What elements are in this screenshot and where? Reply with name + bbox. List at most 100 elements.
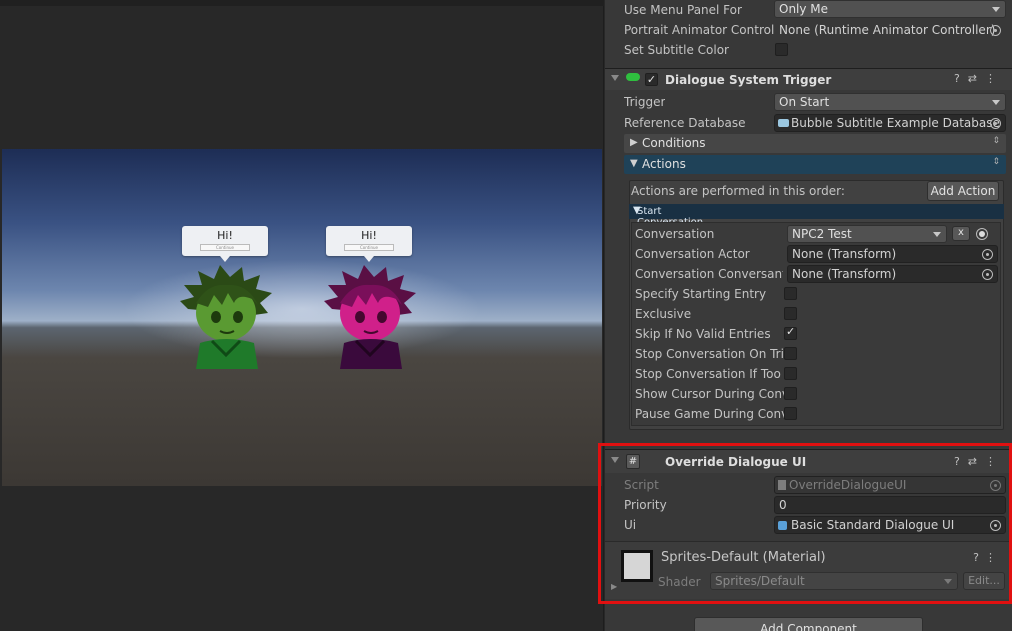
conversation-actor-field[interactable]: None (Transform): [787, 245, 998, 263]
specify-starting-entry-checkbox[interactable]: [784, 287, 797, 300]
exclusive-checkbox[interactable]: [784, 307, 797, 320]
presets-icon: ⇄: [967, 72, 985, 85]
dropdown-value: Only Me: [779, 2, 829, 16]
field-label: Conversation: [635, 227, 715, 241]
pause-game-checkbox[interactable]: [784, 407, 797, 420]
start-conversation-label: ▼ Start Conversation: [633, 205, 703, 228]
priority-row: Priority 0: [605, 495, 1012, 515]
add-action-button[interactable]: Add Action: [927, 181, 999, 201]
more-menu-icon: ⋮: [985, 551, 1002, 564]
set-subtitle-color-checkbox[interactable]: [775, 43, 788, 56]
chevron-down-icon: [992, 7, 1000, 12]
dialogue-system-trigger-header[interactable]: ✓ Dialogue System Trigger ?⇄⋮: [605, 68, 1012, 90]
triangle-down-icon: ▼: [630, 158, 638, 169]
field-label: Exclusive: [635, 307, 692, 321]
object-picker-icon[interactable]: [990, 25, 1001, 36]
chevron-down-icon: [944, 579, 952, 584]
component-title: Override Dialogue UI: [665, 455, 807, 469]
object-picker-icon[interactable]: [990, 520, 1001, 531]
field-label: Priority: [624, 498, 667, 512]
priority-input[interactable]: 0: [774, 496, 1006, 514]
ui-field[interactable]: Basic Standard Dialogue UI: [774, 516, 1006, 534]
object-picker-icon[interactable]: [990, 118, 1001, 129]
foldout-label: Actions: [642, 157, 686, 171]
field-label: Portrait Animator Controlle: [624, 23, 774, 37]
object-picker-icon[interactable]: [982, 269, 993, 280]
shader-dropdown[interactable]: Sprites/Default: [710, 572, 958, 590]
field-label: Ui: [624, 518, 637, 532]
record-icon[interactable]: [976, 228, 988, 240]
add-component-button[interactable]: Add Component: [694, 617, 923, 631]
conversation-actor-row: Conversation Actor None (Transform): [616, 244, 1012, 264]
component-enabled-checkbox[interactable]: ✓: [645, 73, 658, 86]
field-value: None (Transform): [792, 247, 897, 261]
green-character-sprite[interactable]: [178, 263, 274, 369]
start-conversation-foldout[interactable]: ▼ Start Conversation: [629, 204, 1004, 228]
bubble-continue-button[interactable]: Continue: [344, 244, 394, 251]
dropdown-value: NPC2 Test: [792, 227, 852, 241]
stop-conversation-on-trigger-row: Stop Conversation On Trig: [616, 344, 1012, 364]
conversation-conversant-field[interactable]: None (Transform): [787, 265, 998, 283]
conversation-dropdown[interactable]: NPC2 Test: [787, 225, 947, 243]
script-icon: #: [626, 454, 640, 469]
component-title: Dialogue System Trigger: [665, 73, 832, 87]
field-label: Skip If No Valid Entries: [635, 327, 771, 341]
bubble-tail: [364, 256, 374, 262]
triangle-right-icon: ▶: [630, 137, 638, 148]
bubble-text: Hi!: [361, 229, 377, 242]
skip-if-no-valid-entries-row: Skip If No Valid Entries: [616, 324, 1012, 344]
stop-conversation-on-trigger-checkbox[interactable]: [784, 347, 797, 360]
actions-foldout[interactable]: ▼ Actions ⇕: [624, 155, 1006, 174]
material-preview-icon: [621, 550, 653, 582]
reference-database-field[interactable]: Bubble Subtitle Example Database: [774, 114, 1006, 132]
reorder-icon: ⇕: [992, 157, 1000, 167]
reference-database-row: Reference Database Bubble Subtitle Examp…: [605, 113, 1012, 133]
help-icon: ?: [953, 72, 968, 85]
material-title: Sprites-Default (Material): [661, 550, 826, 565]
skip-if-no-valid-entries-checkbox[interactable]: [784, 325, 797, 340]
chevron-down-icon: [933, 232, 941, 237]
field-label: Specify Starting Entry: [635, 287, 767, 301]
component-header-icons[interactable]: ?⇄⋮: [954, 72, 1004, 85]
foldout-arrow-icon[interactable]: [611, 457, 619, 463]
help-icon: ?: [973, 551, 985, 564]
script-field: OverrideDialogueUI: [774, 476, 1006, 494]
triangle-right-icon[interactable]: ▶: [611, 582, 617, 591]
object-picker-icon[interactable]: [982, 249, 993, 260]
more-menu-icon: ⋮: [985, 455, 1004, 468]
bubble-tail: [220, 256, 230, 262]
edit-shader-button[interactable]: Edit...: [963, 572, 1005, 590]
inspector-panel[interactable]: Use Menu Panel For Only Me Portrait Anim…: [605, 0, 1012, 631]
field-label: Pause Game During Conve: [635, 407, 785, 421]
set-subtitle-color-row: Set Subtitle Color: [605, 40, 1012, 60]
use-menu-panel-dropdown[interactable]: Only Me: [774, 0, 1006, 18]
field-label: Conversation Conversant: [635, 267, 783, 281]
speech-bubble-npc1: Hi! Continue: [182, 226, 268, 262]
show-cursor-checkbox[interactable]: [784, 387, 797, 400]
pause-game-row: Pause Game During Conve: [616, 404, 1012, 424]
prefab-icon: [778, 521, 787, 530]
field-label: Reference Database: [624, 116, 746, 130]
game-viewport[interactable]: Hi! Continue Hi! Continue: [2, 149, 602, 486]
conditions-foldout[interactable]: ▶ Conditions ⇕: [624, 134, 1006, 153]
field-label: Use Menu Panel For: [624, 3, 742, 17]
portrait-animator-field[interactable]: None (Runtime Animator Controller): [774, 21, 1006, 39]
field-label: Show Cursor During Conve: [635, 387, 785, 401]
stop-conversation-if-too-far-checkbox[interactable]: [784, 367, 797, 380]
sky-glow: [122, 259, 482, 359]
foldout-arrow-icon[interactable]: [611, 75, 619, 81]
scene-view[interactable]: Hi! Continue Hi! Continue: [0, 0, 604, 631]
field-value: OverrideDialogueUI: [789, 478, 907, 492]
component-header-icons[interactable]: ?⇄⋮: [954, 455, 1004, 468]
bubble-continue-button[interactable]: Continue: [200, 244, 250, 251]
use-menu-panel-row: Use Menu Panel For Only Me: [605, 0, 1012, 20]
clear-conversation-button[interactable]: x: [952, 226, 970, 241]
help-icon: ?: [953, 455, 968, 468]
field-value: Basic Standard Dialogue UI: [791, 518, 955, 532]
trigger-dropdown[interactable]: On Start: [774, 93, 1006, 111]
magenta-character-sprite[interactable]: [322, 263, 418, 369]
actions-order-text: Actions are performed in this order:: [631, 184, 845, 198]
material-header-icons[interactable]: ?⋮: [973, 551, 1002, 564]
scene-toolbar: [0, 0, 604, 6]
override-dialogue-ui-header[interactable]: # Override Dialogue UI ?⇄⋮: [605, 449, 1012, 473]
